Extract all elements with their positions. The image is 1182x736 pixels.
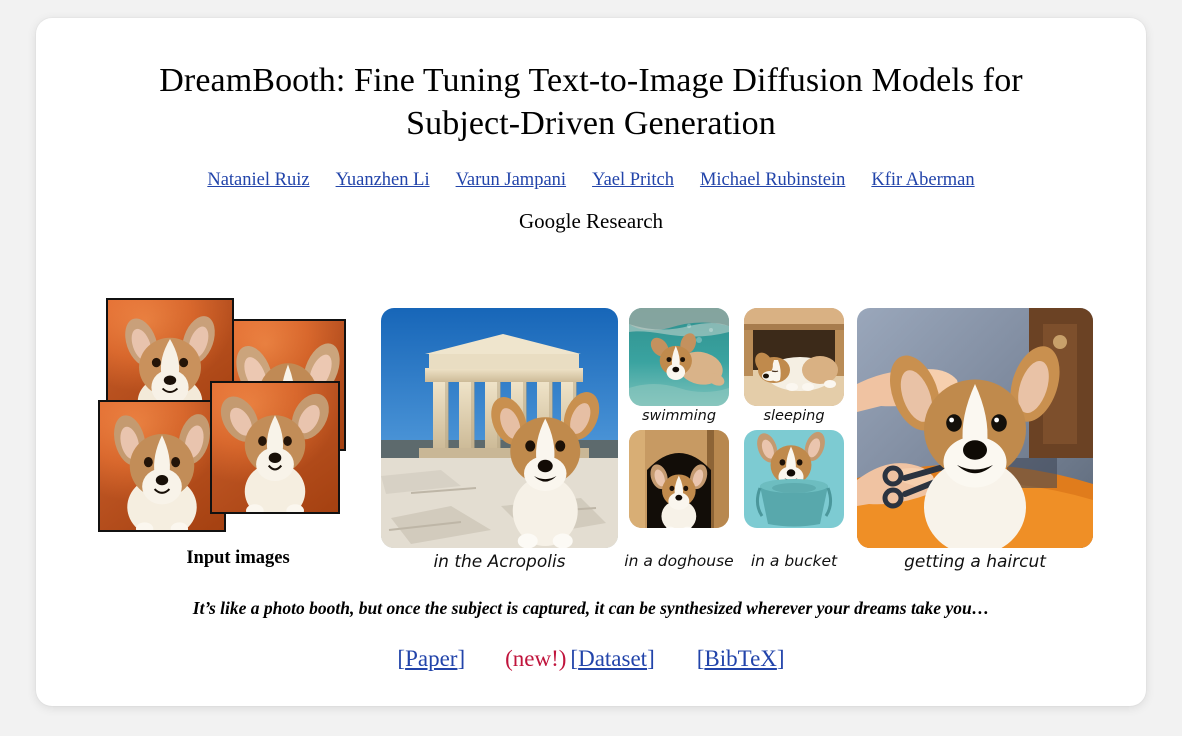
generated-image-swimming xyxy=(629,308,729,406)
swimming-scene-icon xyxy=(629,308,729,406)
caption-haircut: getting a haircut xyxy=(904,552,1046,572)
paper-link[interactable]: [Paper] xyxy=(397,646,465,671)
page-title: DreamBooth: Fine Tuning Text-to-Image Di… xyxy=(36,18,1146,146)
author-link-5[interactable]: Kfir Aberman xyxy=(871,170,974,191)
corgi-photo-icon xyxy=(220,393,329,512)
caption-acropolis: in the Acropolis xyxy=(433,552,566,572)
input-images-collage xyxy=(98,290,378,540)
input-images-label: Input images xyxy=(186,548,290,568)
affiliation: Google Research xyxy=(518,208,664,233)
corgi-photo-icon xyxy=(114,414,210,530)
bucket-scene-icon xyxy=(744,430,844,528)
acropolis-scene-icon xyxy=(381,308,618,548)
author-list: Nataniel Ruiz Yuanzhen Li Varun Jampani Yae… xyxy=(36,170,1146,191)
author-link-0[interactable]: Nataniel Ruiz xyxy=(207,170,309,191)
caption-swimming: swimming xyxy=(641,408,717,424)
paper-card: DreamBooth: Fine Tuning Text-to-Image Di… xyxy=(36,18,1146,706)
generated-image-haircut xyxy=(857,308,1093,548)
dataset-link[interactable]: [Dataset] xyxy=(570,646,654,671)
caption-doghouse: in a doghouse xyxy=(624,552,734,570)
doghouse-scene-icon xyxy=(629,430,729,528)
author-link-2[interactable]: Varun Jampani xyxy=(456,170,566,191)
author-link-3[interactable]: Yael Pritch xyxy=(592,170,674,191)
input-image-4 xyxy=(210,381,340,514)
title-line-2: Subject-Driven Generation xyxy=(406,104,776,142)
generated-image-sleeping xyxy=(744,308,844,406)
input-image-3 xyxy=(98,400,226,532)
sleeping-scene-icon xyxy=(744,308,844,406)
bibtex-link[interactable]: [BibTeX] xyxy=(697,646,785,671)
generated-image-bucket xyxy=(744,430,844,528)
author-link-1[interactable]: Yuanzhen Li xyxy=(336,170,430,191)
caption-bucket: in a bucket xyxy=(750,552,838,570)
tagline: It’s like a photo booth, but once the su… xyxy=(192,598,990,618)
caption-sleeping: sleeping xyxy=(763,408,825,424)
generated-image-doghouse xyxy=(629,430,729,528)
page-root: DreamBooth: Fine Tuning Text-to-Image Di… xyxy=(0,0,1182,736)
teaser-figure: Input images in the Acropolis swimming s… xyxy=(36,290,1146,580)
haircut-scene-icon xyxy=(857,308,1093,548)
link-row: [Paper] (new!) [Dataset] [BibTeX] xyxy=(36,646,1146,672)
generated-image-acropolis xyxy=(381,308,618,548)
new-badge: (new!) xyxy=(505,646,567,671)
author-link-4[interactable]: Michael Rubinstein xyxy=(700,170,845,191)
title-line-1: DreamBooth: Fine Tuning Text-to-Image Di… xyxy=(159,62,1023,99)
